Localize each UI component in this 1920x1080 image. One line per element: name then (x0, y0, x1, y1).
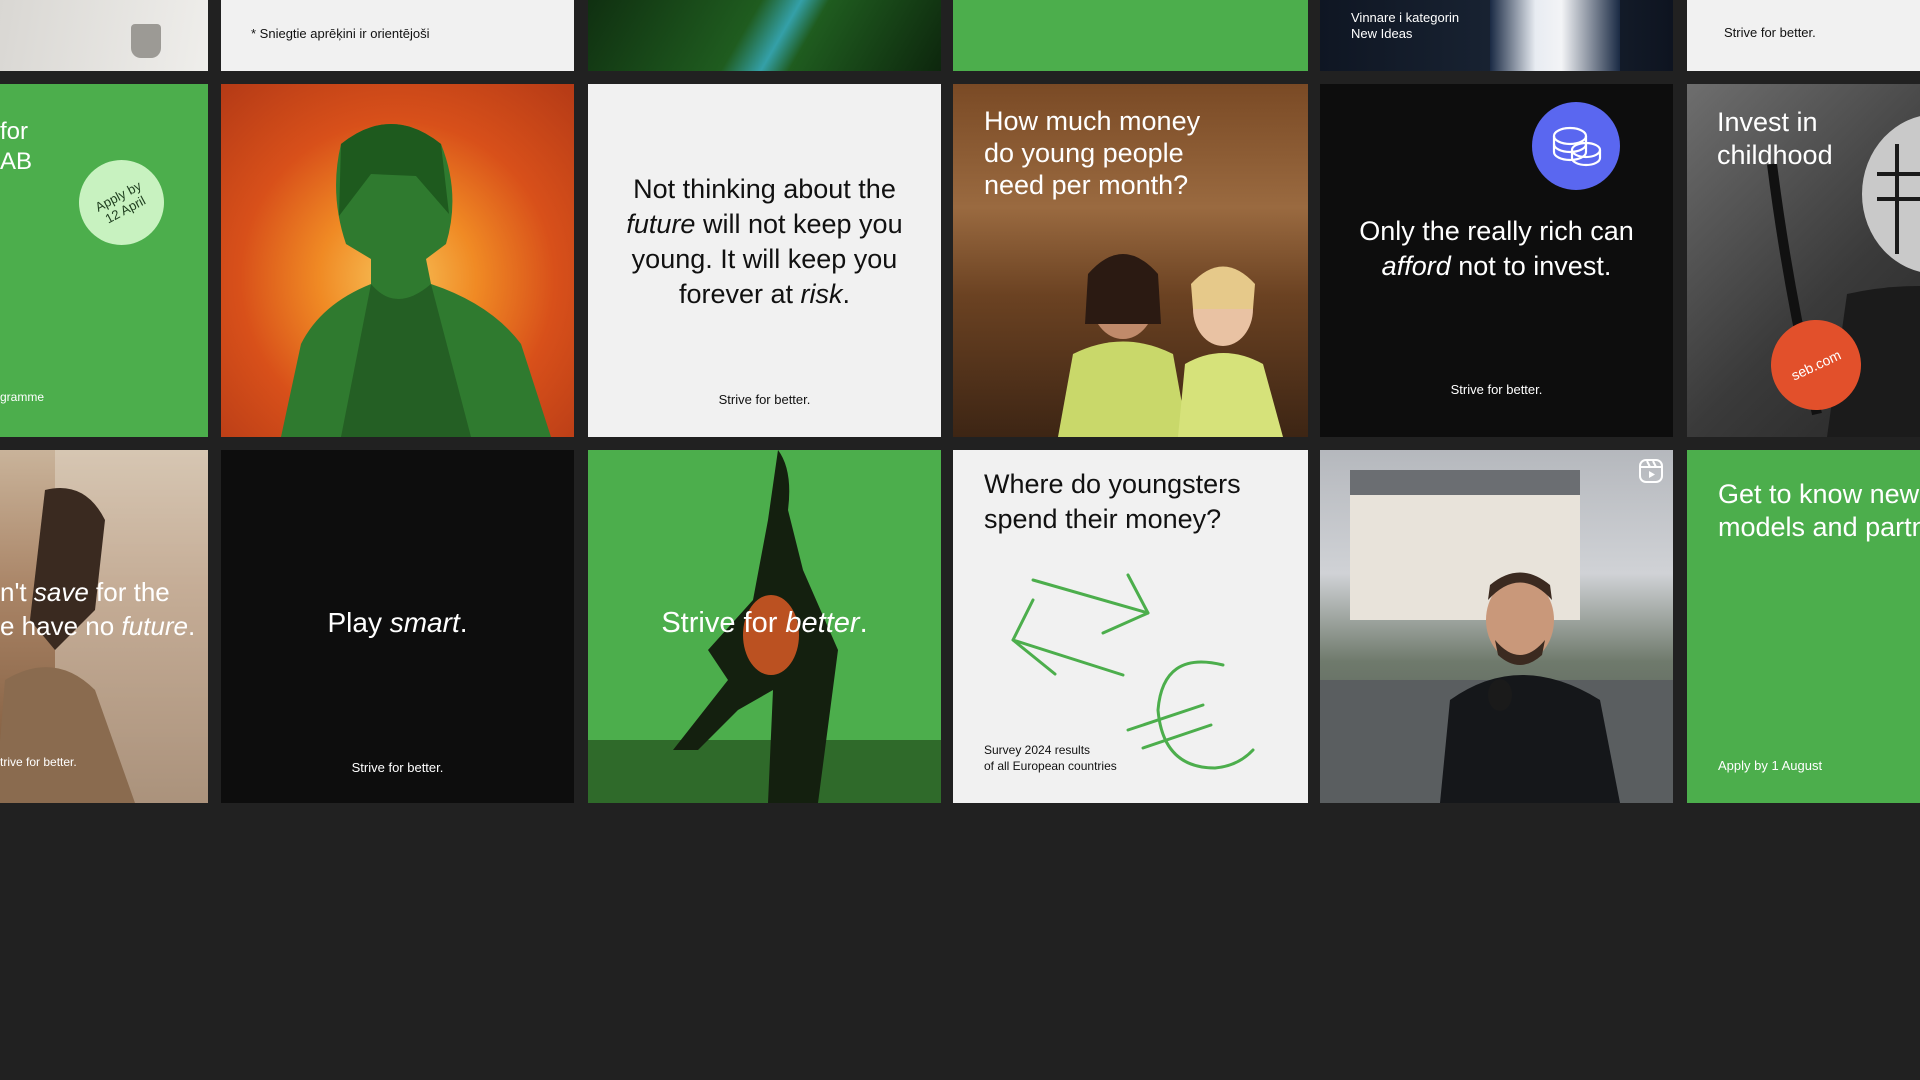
play-smart-text: Play smart. (221, 605, 574, 641)
tile-apply-programme: for AB Apply by 12 April gramme (0, 84, 208, 437)
apply-footer: gramme (0, 390, 45, 404)
tile-green-plain (953, 0, 1308, 71)
future-quote: Not thinking about the future will not k… (588, 172, 941, 312)
tile-invest-childhood: Invest in childhood seb.com (1687, 84, 1920, 437)
save-footer: trive for better. (0, 755, 77, 769)
latvian-note-text: * Sniegtie aprēķini ir orientējoši (251, 26, 430, 41)
award-line-1: Vinnare i kategorin (1351, 10, 1460, 25)
quote-end: . (842, 279, 851, 309)
business-title: Get to know new business models and part… (1718, 479, 1920, 542)
save-l1-a: n't (0, 577, 27, 607)
award-text: Vinnare i kategorin New Ideas (1351, 10, 1459, 42)
save-line-2: e have no future. (0, 609, 195, 643)
reel-icon[interactable] (1638, 458, 1664, 484)
quote-part-1: Not thinking about the (633, 174, 896, 204)
apply-title: for AB (0, 117, 32, 177)
save-quote: n't save for the e have no future. (0, 575, 195, 643)
suit-photo (1490, 0, 1620, 71)
play-a: Play (327, 607, 382, 638)
euro-icon (1126, 660, 1255, 770)
woman-silhouette (281, 124, 551, 437)
strive-a: Strive for (661, 607, 778, 639)
childhood-title: Invest in childhood (1717, 107, 1833, 170)
apply-title-line-2: AB (0, 148, 33, 175)
rich-footer: Strive for better. (1450, 382, 1543, 397)
tile-photo-green-light (588, 0, 941, 71)
survey-caption: Survey 2024 results of all European coun… (984, 742, 1117, 774)
rich-line-1: Only the really rich can (1359, 216, 1634, 246)
cup-shape (131, 24, 161, 58)
coins-icon (1532, 102, 1620, 190)
play-em-smart: smart (389, 607, 460, 638)
apply-date-badge: Apply by 12 April (64, 145, 179, 260)
save-l2-end: . (187, 611, 196, 641)
tile-future-quote: Not thinking about the future will not k… (588, 84, 941, 437)
moodboard-grid: * Sniegtie aprēķini ir orientējoši Vinna… (0, 0, 1920, 1080)
caption-line-1: Survey 2024 results (984, 743, 1091, 757)
tile-youngsters-survey: Where do youngsters spend their money? S… (953, 450, 1308, 803)
save-em: save (33, 577, 89, 607)
tile-latvian-note: * Sniegtie aprēķini ir orientējoši (221, 0, 574, 71)
tile-photo-desk (0, 0, 208, 71)
award-line-2: New Ideas (1351, 26, 1413, 41)
tile-photo-green-woman (221, 84, 574, 437)
strive-text: Strive for better. (588, 605, 941, 641)
play-end: . (459, 607, 468, 638)
tile-business-partners: Get to know new business models and part… (1687, 450, 1920, 803)
future-em: future (121, 611, 188, 641)
money-question: How much money do young people need per … (984, 106, 1201, 200)
tile-slogan-top: Strive for better. (1687, 0, 1920, 71)
apply-title-line-1: for (0, 118, 29, 145)
quote-em-risk: risk (800, 279, 843, 309)
save-l1-b: for the (96, 577, 170, 607)
save-l2-a: e have no (0, 611, 115, 641)
interview-photo (1320, 470, 1673, 803)
tile-rich-quote: Only the really rich can afford not to i… (1320, 84, 1673, 437)
business-footer: Apply by 1 August (1718, 758, 1823, 773)
tile-money-question: How much money do young people need per … (953, 84, 1308, 437)
desk-photo (0, 0, 208, 71)
rich-em-afford: afford (1381, 251, 1451, 281)
tile-strive-dancer: Strive for better. (588, 450, 941, 803)
rich-line-2: afford not to invest. (1340, 249, 1653, 284)
rich-line-2-rest: not to invest. (1458, 251, 1612, 281)
strive-em-better: better (785, 607, 860, 639)
strive-end: . (859, 607, 868, 639)
tile-play-smart: Play smart. Strive for better. (221, 450, 574, 803)
quote-em-future: future (626, 209, 696, 239)
play-footer: Strive for better. (351, 760, 444, 775)
rich-quote: Only the really rich can afford not to i… (1320, 214, 1673, 284)
future-footer: Strive for better. (718, 392, 811, 407)
tile-award: Vinnare i kategorin New Ideas (1320, 0, 1673, 71)
save-line-1: n't save for the (0, 575, 195, 609)
slogan-text: Strive for better. (1724, 25, 1816, 40)
caption-line-2: of all European countries (984, 759, 1117, 773)
tile-save-future: n't save for the e have no future. trive… (0, 450, 208, 803)
tile-video-interview[interactable] (1320, 450, 1673, 803)
seb-link-text[interactable]: seb.com (1789, 347, 1844, 384)
